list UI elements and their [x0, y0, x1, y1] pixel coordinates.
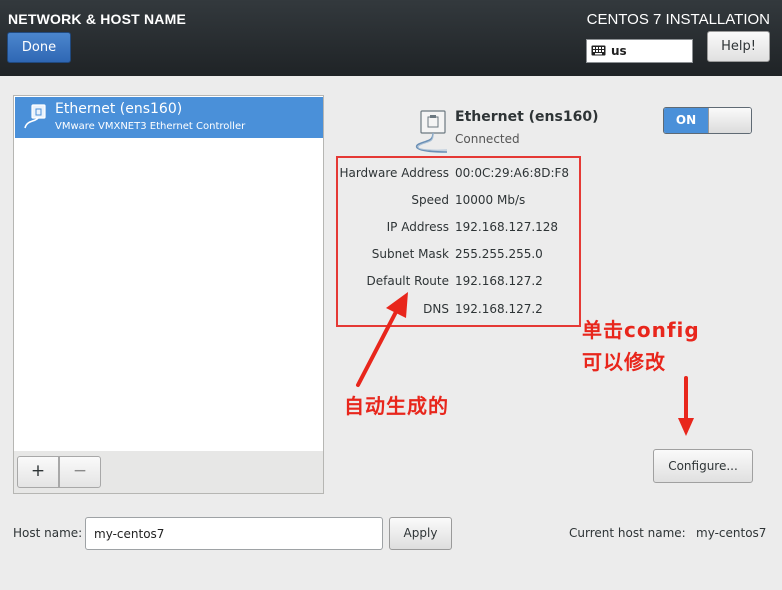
- keyboard-layout-label: us: [611, 44, 627, 58]
- device-on-off-switch[interactable]: ON: [663, 107, 752, 134]
- remove-device-button[interactable]: −: [59, 456, 101, 488]
- network-device-list: Ethernet (ens160) VMware VMXNET3 Etherne…: [13, 95, 324, 452]
- device-list-item-ens160[interactable]: Ethernet (ens160) VMware VMXNET3 Etherne…: [15, 97, 323, 138]
- done-button[interactable]: Done: [7, 32, 71, 63]
- keyboard-icon: [591, 45, 606, 56]
- device-connection-status: Connected: [455, 132, 520, 146]
- switch-on-label: ON: [664, 108, 708, 133]
- help-button[interactable]: Help!: [707, 31, 770, 62]
- annotation-click-config-line2: 可以修改: [582, 350, 666, 374]
- annotation-click-config-line1: 单击config: [582, 318, 700, 342]
- annotation-arrow-down-icon: [678, 376, 694, 436]
- host-name-input[interactable]: [85, 517, 383, 550]
- device-description: VMware VMXNET3 Ethernet Controller: [55, 121, 246, 132]
- switch-knob: [708, 108, 751, 133]
- configure-button[interactable]: Configure...: [653, 449, 753, 483]
- page-title: NETWORK & HOST NAME: [8, 11, 187, 27]
- annotation-auto-generated: 自动生成的: [344, 394, 449, 418]
- device-list-toolbar: + −: [13, 451, 324, 494]
- annotation-arrow-up-icon: [356, 292, 408, 387]
- network-wired-icon: [415, 110, 448, 153]
- current-host-name-label: Current host name:: [569, 526, 686, 540]
- network-wired-icon: [24, 104, 46, 129]
- device-name: Ethernet (ens160): [55, 101, 183, 117]
- host-name-label: Host name:: [13, 526, 83, 540]
- installation-title: CENTOS 7 INSTALLATION: [586, 11, 770, 28]
- add-device-button[interactable]: +: [17, 456, 59, 488]
- apply-button[interactable]: Apply: [389, 517, 452, 550]
- keyboard-layout-indicator[interactable]: us: [586, 39, 693, 63]
- device-detail-name: Ethernet (ens160): [455, 109, 599, 125]
- current-host-name-value: my-centos7: [696, 526, 767, 540]
